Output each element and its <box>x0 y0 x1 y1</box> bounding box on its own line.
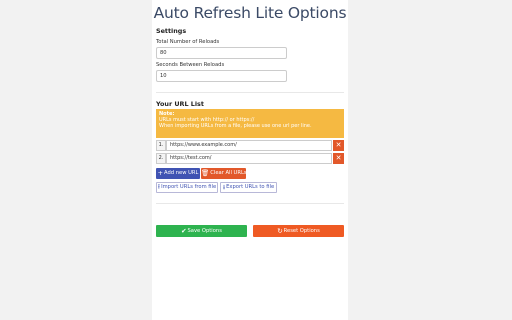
seconds-label: Seconds Between Reloads <box>156 62 225 68</box>
close-icon: ✕ <box>335 154 342 162</box>
refresh-icon: ↻ <box>277 227 283 235</box>
add-url-button[interactable]: +Add new URL <box>156 168 200 179</box>
clear-urls-label: Clear All URLs <box>210 170 247 176</box>
trash-icon: 🗑 <box>201 169 210 177</box>
settings-heading: Settings <box>156 27 187 35</box>
upload-icon: ⭱ <box>157 183 161 191</box>
check-icon: ✔ <box>181 227 187 235</box>
url-row-number: 2. <box>156 153 166 164</box>
section-divider <box>156 203 344 204</box>
section-divider <box>156 92 344 93</box>
reset-options-label: Reset Options <box>283 228 320 234</box>
download-icon: ⭳ <box>222 183 226 191</box>
delete-url-button[interactable]: ✕ <box>333 153 344 164</box>
import-urls-label: Import URLs from file <box>161 184 217 190</box>
options-card: Auto Refresh Lite Options Settings Total… <box>152 0 348 320</box>
reloads-label: Total Number of Reloads <box>156 39 220 45</box>
save-options-button[interactable]: ✔Save Options <box>156 225 247 237</box>
clear-urls-button[interactable]: 🗑Clear All URLs <box>201 168 247 179</box>
import-urls-button[interactable]: ⭱Import URLs from file <box>156 182 218 193</box>
note-box: Note: URLs must start with http:// or ht… <box>156 109 344 138</box>
add-url-label: Add new URL <box>164 170 199 176</box>
save-options-label: Save Options <box>187 228 222 234</box>
url-list-heading: Your URL List <box>156 100 204 108</box>
url-input[interactable]: https://test.com/ <box>166 153 332 164</box>
plus-icon: + <box>157 169 164 177</box>
delete-url-button[interactable]: ✕ <box>333 140 344 151</box>
url-row: 2. https://test.com/ ✕ <box>156 153 344 164</box>
url-row-number: 1. <box>156 140 166 151</box>
export-urls-button[interactable]: ⭳Export URLs to file <box>220 182 277 193</box>
reloads-input[interactable]: 80 <box>156 47 287 59</box>
page-title: Auto Refresh Lite Options <box>153 4 347 22</box>
export-urls-label: Export URLs to file <box>226 184 275 190</box>
url-input[interactable]: https://www.example.com/ <box>166 140 332 151</box>
close-icon: ✕ <box>335 141 342 149</box>
url-row: 1. https://www.example.com/ ✕ <box>156 140 344 151</box>
seconds-input[interactable]: 10 <box>156 70 287 82</box>
reset-options-button[interactable]: ↻Reset Options <box>253 225 344 237</box>
note-line-2: When importing URLs from a file, please … <box>159 123 312 130</box>
